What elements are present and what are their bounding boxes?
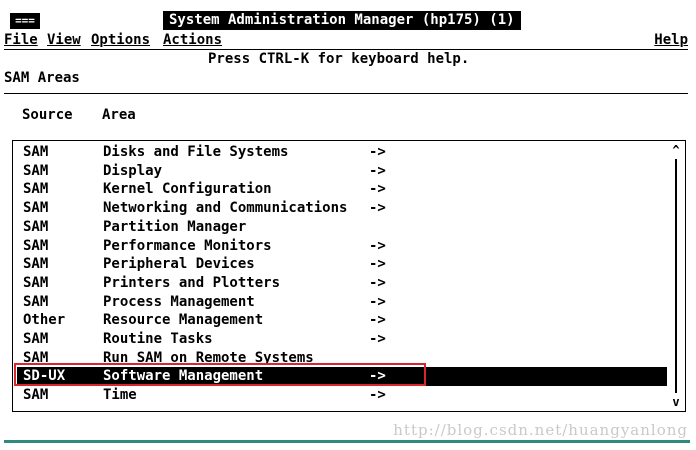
list-item[interactable]: Other Resource Management -> [17,311,663,330]
list-item-area: Performance Monitors [103,237,272,254]
list-item-area: Printers and Plotters [103,274,281,291]
list-item-area: Time [103,387,137,404]
section-divider [4,93,688,94]
window-menu-button[interactable]: === [10,13,40,29]
list-item-source: SAM [23,237,49,254]
scroll-track[interactable] [675,159,677,393]
keyboard-help-hint: Press CTRL-K for keyboard help. [208,51,470,67]
list-item-area: Peripheral Devices [103,256,255,273]
list-item-source: SAM [23,144,49,160]
list-item-area: Software Management [103,368,264,385]
list-item-source: SAM [23,293,49,310]
list-item[interactable]: SAM Routine Tasks -> [17,330,663,349]
list-item[interactable]: SAM Display -> [17,162,663,181]
list-item-source: SAM [23,274,49,291]
list-item-arrow-icon: -> [369,274,386,291]
list-item[interactable]: SAM Networking and Communications -> [17,199,663,218]
column-header-area[interactable]: Area [102,106,136,124]
list-item-area: Kernel Configuration [103,181,272,198]
list-item[interactable]: SAM Printers and Plotters -> [17,274,663,293]
column-header-source[interactable]: Source [22,106,73,124]
list-item-area: Resource Management [103,312,264,329]
list-item-source: SAM [23,218,49,235]
list-item-source: Other [23,312,66,329]
list-item-source: SAM [23,349,49,366]
scroll-down-arrow-icon[interactable]: v [669,395,683,409]
list-item-area: Networking and Communications [103,200,348,217]
list-item-arrow-icon: -> [369,368,386,385]
list-item[interactable]: SAM Performance Monitors -> [17,237,663,256]
list-item[interactable]: SAM Run SAM on Remote Systems [17,349,663,368]
list-item-area: Routine Tasks [103,331,213,347]
list-item-arrow-icon: -> [369,331,386,347]
list-item-arrow-icon: -> [369,387,386,404]
menu-file[interactable]: File [4,31,38,49]
menu-options[interactable]: Options [91,31,150,49]
list-item-source: SAM [23,331,49,347]
list-item[interactable]: SAM Kernel Configuration -> [17,180,663,199]
menu-view[interactable]: View [47,31,81,49]
menu-actions[interactable]: Actions [163,31,222,49]
list-item-source: SD-UX [23,368,66,385]
list-item[interactable]: SD-UX Software Management -> [17,367,667,387]
menu-bar: File View Options Actions Help [4,31,688,50]
list-item-area: Display [103,162,163,179]
list-item[interactable]: SAM Peripheral Devices -> [17,255,663,274]
watermark: http://blog.csdn.net/huangyanlong [393,421,688,439]
menu-help[interactable]: Help [654,31,688,49]
scroll-up-arrow-icon[interactable]: ^ [669,143,683,157]
list-item-source: SAM [23,256,49,273]
list-item-arrow-icon: -> [369,200,386,217]
list-item-arrow-icon: -> [369,293,386,310]
sam-areas-list[interactable]: SAM Disks and File Systems -> SAM Display -> S… [12,140,686,412]
list-item-source: SAM [23,162,49,179]
list-item-source: SAM [23,387,49,404]
list-item[interactable]: SAM Process Management -> [17,293,663,312]
list-item[interactable]: SAM Time -> [17,386,663,405]
list-item-area: Partition Manager [103,218,247,235]
list-item-area: Run SAM on Remote Systems [103,349,314,366]
list-item-area: Process Management [103,293,255,310]
list-item[interactable]: SAM Disks and File Systems -> [17,143,663,162]
list-item-arrow-icon: -> [369,162,386,179]
list-item-source: SAM [23,181,49,198]
list-item-arrow-icon: -> [369,181,386,198]
window-title: System Administration Manager (hp175) (1… [163,11,521,30]
bottom-rule [4,440,690,443]
list-item-arrow-icon: -> [369,256,386,273]
list-item-arrow-icon: -> [369,237,386,254]
list-item-source: SAM [23,200,49,217]
list-scrollbar[interactable]: ^ v [669,143,683,409]
list-item-area: Disks and File Systems [103,144,289,160]
list-item[interactable]: SAM Partition Manager [17,218,663,237]
list-item-arrow-icon: -> [369,312,386,329]
section-title: SAM Areas [4,70,80,86]
list-item-arrow-icon: -> [369,144,386,160]
